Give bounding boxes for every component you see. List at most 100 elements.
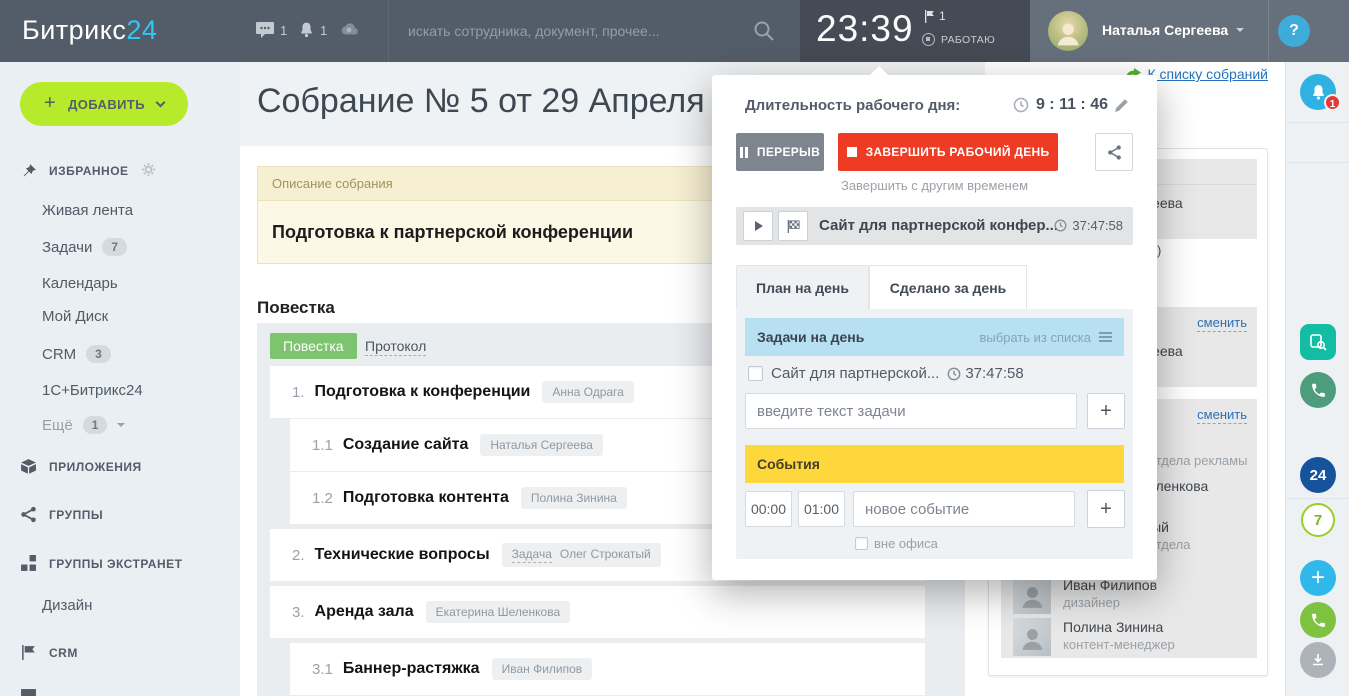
responsible-tag: Задача Олег Строкатый bbox=[502, 543, 661, 567]
finish-other-time-link[interactable]: Завершить с другим временем bbox=[712, 178, 1157, 193]
person-name: Полина Зинина bbox=[531, 491, 617, 505]
help-button[interactable]: ? bbox=[1278, 15, 1310, 47]
person-name[interactable]: Полина Зинина bbox=[1063, 619, 1163, 635]
rail-divider bbox=[1286, 162, 1349, 163]
more-badge: 1 bbox=[83, 416, 108, 434]
item-label: Задачи bbox=[42, 239, 92, 256]
sidebar-item-more[interactable]: Ещё1 bbox=[42, 416, 125, 434]
work-status: РАБОТАЮ bbox=[922, 33, 995, 46]
sidebar-item-tasks[interactable]: Задачи7 bbox=[42, 238, 127, 256]
phone-icon bbox=[1310, 382, 1327, 399]
finish-workday-button[interactable]: ЗАВЕРШИТЬ РАБОЧИЙ ДЕНЬ bbox=[838, 133, 1058, 171]
add-task-button[interactable]: + bbox=[1087, 393, 1125, 429]
sidebar-item-1c-bitrix24[interactable]: 1С+Битрикс24 bbox=[42, 382, 143, 399]
phone-button[interactable] bbox=[1300, 372, 1336, 408]
logo[interactable]: Битрикс24 bbox=[22, 15, 157, 46]
sidebar-section-extranet-groups[interactable]: ГРУППЫ ЭКСТРАНЕТ bbox=[20, 555, 182, 572]
new-task-input[interactable] bbox=[745, 393, 1077, 429]
pencil-icon[interactable] bbox=[1115, 98, 1129, 112]
task-checkbox[interactable] bbox=[748, 366, 763, 381]
flag-counter: 1 bbox=[924, 9, 946, 23]
responsible-tag: Анна Одрага bbox=[542, 381, 633, 403]
event-time-to-input[interactable] bbox=[798, 491, 845, 527]
notifications-bell-button[interactable]: 1 bbox=[1300, 74, 1336, 110]
sidebar-item-live-feed[interactable]: Живая лента bbox=[42, 202, 133, 219]
right-rail: 1 1 Вчера 24 7 Онлайн + bbox=[1285, 62, 1349, 696]
notifications-button[interactable]: 1 bbox=[298, 21, 327, 39]
chevron-down-icon bbox=[1236, 28, 1244, 32]
responsible-tag: Наталья Сергеева bbox=[480, 434, 603, 456]
cloud-button[interactable] bbox=[338, 21, 360, 37]
pause-icon bbox=[740, 147, 748, 158]
tab-done-for-day[interactable]: Сделано за день bbox=[869, 265, 1027, 310]
chat-icon bbox=[255, 21, 275, 39]
sidebar-section-favorites[interactable]: ИЗБРАННОЕ bbox=[20, 162, 156, 180]
finish-task-button[interactable] bbox=[778, 211, 808, 241]
tab-protocol[interactable]: Протокол bbox=[365, 338, 426, 356]
person-role: контент-менеджер bbox=[1063, 637, 1175, 652]
person-name: Олег Строкатый bbox=[560, 547, 651, 561]
event-time-from-input[interactable] bbox=[745, 491, 792, 527]
online-count-button[interactable]: 7 bbox=[1301, 503, 1335, 537]
section-label: ГРУППЫ bbox=[49, 508, 103, 522]
tasks-header-label: Задачи на день bbox=[757, 329, 864, 345]
item-title: Создание сайта bbox=[343, 436, 469, 454]
sidebar-section-icon-partial bbox=[20, 688, 37, 696]
search-document-button[interactable] bbox=[1300, 324, 1336, 360]
gear-icon[interactable] bbox=[141, 162, 156, 180]
user-menu[interactable]: Наталья Сергеева ? bbox=[1030, 0, 1349, 62]
help-divider bbox=[1268, 0, 1269, 62]
blocks-icon bbox=[20, 555, 37, 572]
agenda-heading: Повестка bbox=[257, 298, 335, 318]
item-title: Подготовка контента bbox=[343, 489, 509, 507]
change-participants-link[interactable]: сменить bbox=[1197, 407, 1247, 424]
download-app-button[interactable] bbox=[1300, 642, 1336, 678]
plus-icon: + bbox=[44, 92, 56, 115]
search-input[interactable] bbox=[408, 15, 738, 47]
bitrix24-network-button[interactable]: 24 bbox=[1300, 457, 1336, 493]
stop-icon bbox=[847, 147, 857, 157]
sidebar-item-design[interactable]: Дизайн bbox=[42, 597, 92, 614]
call-button[interactable] bbox=[1300, 602, 1336, 638]
bitrix24-screen: Битрикс24 1 1 23:39 1 РАБОТАЮ bbox=[0, 0, 1349, 696]
share-button[interactable] bbox=[1095, 133, 1133, 171]
running-task-title[interactable]: Сайт для партнерской конфер... bbox=[819, 217, 1058, 234]
change-secretary-link[interactable]: сменить bbox=[1197, 315, 1247, 332]
invite-plus-button[interactable]: + bbox=[1300, 560, 1336, 596]
search-icon[interactable] bbox=[752, 19, 776, 43]
user-avatar[interactable] bbox=[1048, 11, 1088, 51]
play-button[interactable] bbox=[743, 211, 773, 241]
avatar[interactable] bbox=[1013, 576, 1051, 614]
task-row: Сайт для партнерской... 37:47:58 bbox=[748, 365, 1024, 382]
choose-from-list-link[interactable]: выбрать из списка bbox=[979, 330, 1112, 345]
chat-button[interactable]: 1 bbox=[255, 21, 287, 39]
agenda-item-3[interactable]: 3. Аренда зала Екатерина Шеленкова bbox=[270, 586, 925, 638]
tab-agenda[interactable]: Повестка bbox=[270, 333, 357, 359]
crm-badge: 3 bbox=[86, 345, 111, 363]
tab-plan-for-day[interactable]: План на день bbox=[736, 265, 869, 310]
agenda-item-3-1[interactable]: 3.1 Баннер-растяжка Иван Филипов bbox=[290, 643, 925, 695]
add-button[interactable]: + ДОБАВИТЬ bbox=[20, 82, 188, 126]
choose-from-list-label: выбрать из списка bbox=[979, 330, 1091, 345]
sidebar-section-crm[interactable]: CRM bbox=[20, 644, 78, 661]
add-event-button[interactable]: + bbox=[1087, 490, 1125, 528]
task-label[interactable]: Сайт для партнерской... bbox=[771, 365, 939, 382]
sidebar-item-crm[interactable]: CRM3 bbox=[42, 345, 111, 363]
break-button[interactable]: ПЕРЕРЫВ bbox=[736, 133, 824, 171]
new-event-input[interactable] bbox=[853, 491, 1075, 527]
bell-badge: 1 bbox=[1324, 94, 1341, 111]
sidebar-section-apps[interactable]: ПРИЛОЖЕНИЯ bbox=[20, 458, 142, 475]
duration-value-group: 9 : 11 : 46 bbox=[1013, 96, 1129, 114]
sidebar-item-calendar[interactable]: Календарь bbox=[42, 275, 118, 292]
sidebar-section-groups[interactable]: ГРУППЫ bbox=[20, 506, 103, 523]
popup-notch bbox=[870, 66, 888, 75]
task-link[interactable]: Задача bbox=[512, 547, 552, 563]
out-of-office-checkbox[interactable] bbox=[855, 537, 868, 550]
worktime-clock-button[interactable]: 23:39 1 РАБОТАЮ bbox=[800, 0, 1030, 62]
workday-popup: Длительность рабочего дня: 9 : 11 : 46 П… bbox=[712, 75, 1157, 580]
avatar[interactable] bbox=[1013, 618, 1051, 656]
sidebar-item-my-disk[interactable]: Мой Диск bbox=[42, 308, 108, 325]
user-name: Наталья Сергеева bbox=[1102, 22, 1228, 38]
add-button-label: ДОБАВИТЬ bbox=[68, 97, 145, 112]
notification-count: 1 bbox=[320, 23, 327, 38]
